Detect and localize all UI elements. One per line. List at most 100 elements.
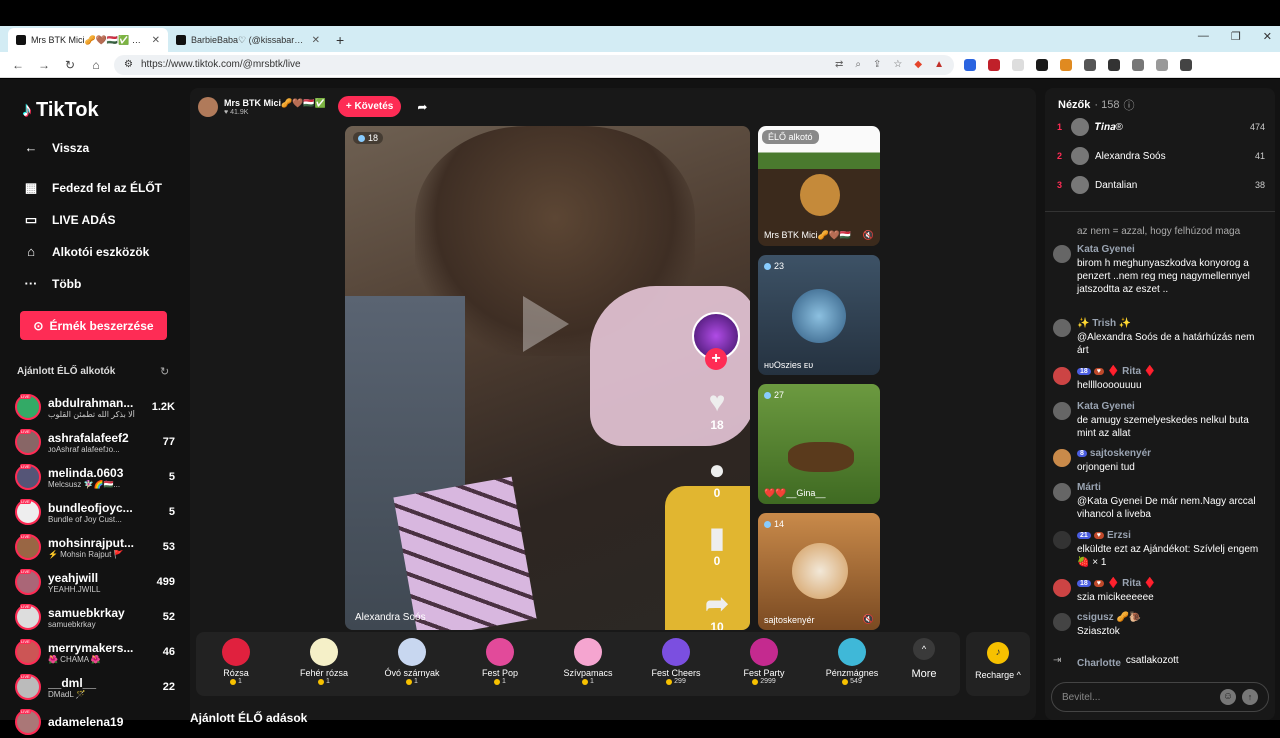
- recharge-button[interactable]: ♪ Recharge ^: [966, 632, 1030, 696]
- top-viewer-row[interactable]: 2 Alexandra Soós 41: [1057, 146, 1265, 166]
- refresh-icon[interactable]: ↻: [160, 365, 169, 378]
- share-arrow-icon[interactable]: ➦: [417, 100, 427, 114]
- gift-fest-party[interactable]: Fest Party 2999: [724, 632, 804, 696]
- extension-icon[interactable]: [1132, 58, 1144, 71]
- nav-go-live[interactable]: ▭ LIVE ADÁS: [22, 212, 116, 228]
- message-user[interactable]: Erzsi: [1107, 530, 1131, 541]
- follow-plus-icon[interactable]: +: [705, 348, 727, 370]
- extension-icon[interactable]: [988, 58, 1000, 71]
- download-icon[interactable]: [1156, 58, 1168, 71]
- bookmark-button[interactable]: ▮ 0: [697, 522, 737, 568]
- preview-card[interactable]: 27 ❤️❤️__Gina__: [758, 384, 880, 504]
- recommended-creator[interactable]: LIVE adamelena19: [15, 706, 175, 738]
- url-input[interactable]: ⚙ https://www.tiktok.com/@mrsbtk/live ⇄ …: [114, 54, 954, 75]
- preview-card[interactable]: 14 sajtoskenyér 🔇: [758, 513, 880, 630]
- chat-input[interactable]: Bevitel... ☺ ↑: [1051, 682, 1269, 712]
- gift-fest-cheers[interactable]: Fest Cheers 299: [636, 632, 716, 696]
- extension-icon[interactable]: [1060, 58, 1072, 71]
- gift-fest-pop[interactable]: Fest Pop 1: [460, 632, 540, 696]
- recommended-creator[interactable]: LIVE mohsinrajput... ⚡ Mohsin Rajput 🚩 53: [15, 531, 175, 563]
- site-settings-icon[interactable]: ⚙: [124, 59, 133, 70]
- follow-button[interactable]: + Követés: [337, 96, 402, 117]
- send-icon[interactable]: ↑: [1242, 689, 1258, 705]
- zoom-icon[interactable]: ⌕: [855, 59, 861, 70]
- get-coins-button[interactable]: ⊙ Érmék beszerzése: [20, 311, 167, 340]
- tiktok-logo[interactable]: ♪ TikTok: [22, 99, 99, 122]
- recommended-creator[interactable]: LIVE abdulrahman... ألا بذكر الله تطمئن ا…: [15, 391, 175, 423]
- play-icon[interactable]: [523, 296, 569, 352]
- mute-icon[interactable]: 🔇: [863, 230, 874, 241]
- menu-icon[interactable]: [1180, 58, 1192, 71]
- extension-icon[interactable]: [1036, 58, 1048, 71]
- more-gifts-button[interactable]: ^ More: [904, 638, 944, 680]
- extension-icon[interactable]: [1012, 58, 1024, 71]
- extension-icon[interactable]: [964, 58, 976, 71]
- host-name[interactable]: Mrs BTK Mici🥜🤎🇭🇺✅: [224, 98, 326, 109]
- recommended-creator[interactable]: LIVE ashrafalafeef2 ᴊᴏAshraf alafeefᴊᴏ...…: [15, 426, 175, 458]
- tab-close-icon[interactable]: ✕: [152, 35, 160, 46]
- window-close-icon[interactable]: ✕: [1263, 30, 1272, 43]
- avatar[interactable]: [1053, 402, 1071, 420]
- comment-button[interactable]: ● 0: [697, 454, 737, 500]
- new-tab-icon[interactable]: +: [328, 28, 352, 52]
- emoji-icon[interactable]: ☺: [1220, 689, 1236, 705]
- mute-icon[interactable]: 🔇: [863, 614, 874, 625]
- translate-icon[interactable]: ⇄: [835, 59, 843, 70]
- extension-icon[interactable]: [1084, 58, 1096, 71]
- host-avatar[interactable]: [198, 96, 218, 117]
- avatar[interactable]: [1053, 483, 1071, 501]
- message-user[interactable]: Kata Gyenei: [1077, 401, 1267, 412]
- message-user[interactable]: sajtoskenyér: [1090, 448, 1151, 459]
- message-user[interactable]: Márti: [1077, 482, 1267, 493]
- recommended-creator[interactable]: LIVE samuebkrkay samuebkrkay 52: [15, 601, 175, 633]
- nav-more[interactable]: ··· Több: [22, 276, 82, 291]
- preview-card[interactable]: 23 ʜᴜOszies ᴇᴜ: [758, 255, 880, 375]
- message-user[interactable]: ♦️ Rita ♦️: [1107, 578, 1156, 589]
- nav-explore-live[interactable]: ▦ Fedezd fel az ÉLŐT: [22, 180, 162, 196]
- avatar[interactable]: [1053, 449, 1071, 467]
- recommended-creator[interactable]: LIVE melinda.0603 Melcsusz 🧚🏻‍♀️🌈🇭🇺... 5: [15, 461, 175, 493]
- gift-wings[interactable]: Óvó szárnyak 1: [372, 632, 452, 696]
- recommended-creator[interactable]: LIVE merrymakers... 🌺 CHAMA 🌺 46: [15, 636, 175, 668]
- brave-shield-icon[interactable]: ◆: [914, 59, 922, 70]
- recommended-creator[interactable]: LIVE yeahjwill YEAHH.JWILL 499: [15, 566, 175, 598]
- home-icon[interactable]: ⌂: [88, 58, 104, 72]
- message-user[interactable]: ♦️ Rita ♦️: [1107, 366, 1156, 377]
- browser-tab-active[interactable]: Mrs BTK Mici🥜🤎🇭🇺✅ @m ✕: [8, 28, 168, 52]
- maximize-icon[interactable]: ❐: [1231, 30, 1241, 43]
- top-viewer-row[interactable]: 1 𝑻𝒊𝒏𝒂® 474: [1057, 117, 1265, 137]
- avatar[interactable]: [1053, 367, 1071, 385]
- preview-card-creator[interactable]: ÉLŐ alkotó Mrs BTK Mici🥜🤎🇭🇺 🔇: [758, 126, 880, 246]
- reload-icon[interactable]: ↻: [62, 58, 78, 72]
- top-viewer-row[interactable]: 3 Dantalian 38: [1057, 175, 1265, 195]
- message-user[interactable]: csigusz 🥜🐌: [1077, 612, 1267, 623]
- share-button[interactable]: ➦ 10: [697, 588, 737, 630]
- recommended-creator[interactable]: LIVE bundleofjoyc... Bundle of Joy Cust..…: [15, 496, 175, 528]
- avatar[interactable]: [1053, 579, 1071, 597]
- gift-money-magnet[interactable]: Pénzmágnes 549: [812, 632, 892, 696]
- minimize-icon[interactable]: —: [1198, 30, 1209, 43]
- message-user[interactable]: Kata Gyenei: [1077, 244, 1267, 255]
- live-video-player[interactable]: 18 + ♥ 18 ● 0 ▮ 0 ➦ 10 Alexandra Soós: [345, 126, 750, 630]
- gift-rose[interactable]: Rózsa 1: [196, 632, 276, 696]
- gift-white-rose[interactable]: Fehér rózsa 1: [284, 632, 364, 696]
- avatar[interactable]: [1053, 245, 1071, 263]
- message-user[interactable]: ✨ Trish ✨: [1077, 318, 1267, 329]
- browser-tab[interactable]: BarbieBaba♡ (@kissabarbie) ÉLŐ ad ✕: [168, 28, 328, 52]
- avatar[interactable]: [1053, 319, 1071, 337]
- back-arrow-icon[interactable]: ←: [10, 58, 26, 72]
- back-button[interactable]: ← Vissza: [22, 140, 90, 155]
- bookmark-star-icon[interactable]: ☆: [893, 59, 902, 70]
- forward-arrow-icon[interactable]: →: [36, 58, 52, 72]
- recommended-creator[interactable]: LIVE __dml__ DMadL 🪄 22: [15, 671, 175, 703]
- info-icon[interactable]: ⓘ: [1123, 97, 1134, 113]
- avatar[interactable]: [1053, 613, 1071, 631]
- share-icon[interactable]: ⇪: [873, 59, 881, 70]
- gift-heart-puff[interactable]: Szívpamacs 1: [548, 632, 628, 696]
- tab-close-icon[interactable]: ✕: [312, 35, 320, 46]
- message-user[interactable]: Charlotte: [1077, 654, 1121, 673]
- extension-icon[interactable]: [1108, 58, 1120, 71]
- rewards-icon[interactable]: ▲: [934, 59, 944, 70]
- nav-creator-tools[interactable]: ⌂ Alkotói eszközök: [22, 244, 149, 259]
- like-button[interactable]: ♥ 18: [697, 386, 737, 432]
